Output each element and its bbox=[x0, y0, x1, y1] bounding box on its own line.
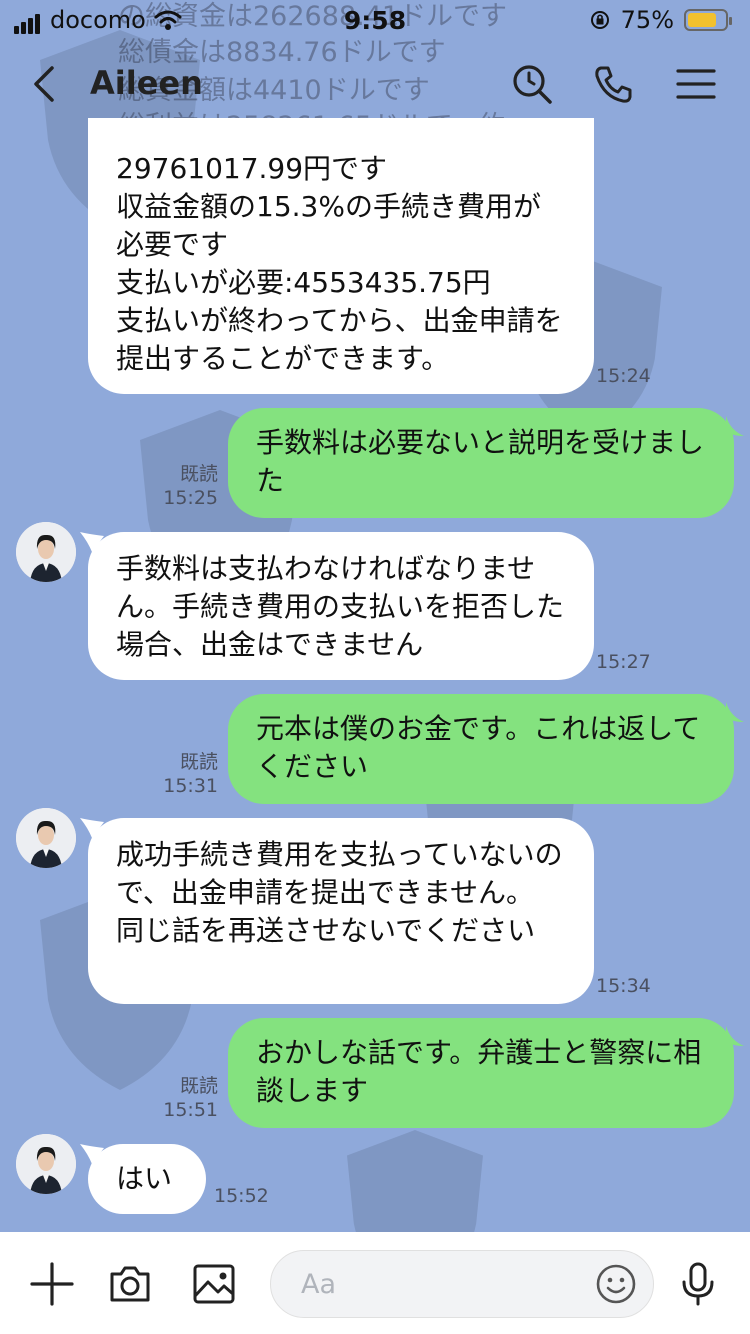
message-time: 15:51 bbox=[163, 1099, 218, 1121]
read-receipt: 既読 bbox=[179, 463, 218, 485]
read-receipt: 既読 bbox=[179, 751, 218, 773]
message-input-placeholder: Aa bbox=[301, 1269, 337, 1300]
profile-photo bbox=[16, 1134, 76, 1194]
avatar[interactable] bbox=[16, 522, 76, 582]
chat-title: Aileen bbox=[90, 64, 203, 102]
incoming-message-bubble[interactable]: 29761017.99円です 収益金額の15.3%の手続き費用が必要です 支払い… bbox=[88, 118, 594, 394]
status-right: 75% bbox=[589, 6, 732, 34]
outgoing-message-bubble[interactable]: おかしな話です。弁護士と警察に相談します bbox=[228, 1018, 734, 1128]
microphone-icon[interactable] bbox=[674, 1260, 722, 1308]
emoji-icon[interactable] bbox=[595, 1263, 637, 1305]
image-icon[interactable] bbox=[190, 1260, 238, 1308]
message-time: 15:25 bbox=[163, 487, 218, 509]
orientation-lock-icon bbox=[590, 11, 609, 29]
message-input-bar: Aa bbox=[0, 1232, 750, 1334]
bubble-tail bbox=[726, 1026, 744, 1046]
avatar[interactable] bbox=[16, 1134, 76, 1194]
message-input[interactable]: Aa bbox=[270, 1250, 654, 1318]
search-icon[interactable] bbox=[510, 62, 554, 106]
profile-photo bbox=[16, 522, 76, 582]
back-icon[interactable] bbox=[26, 62, 66, 106]
bubble-tail bbox=[726, 416, 744, 436]
status-bar: docomo 9:58 75% bbox=[0, 0, 750, 40]
incoming-message-bubble[interactable]: 成功手続き費用を支払っていないので、出金申請を提出できません。 同じ話を再送させ… bbox=[88, 818, 594, 1004]
chat-header: Aileen bbox=[0, 40, 750, 130]
outgoing-message-bubble[interactable]: 元本は僕のお金です。これは返してください bbox=[228, 694, 734, 804]
incoming-message-bubble[interactable]: はい bbox=[88, 1144, 206, 1214]
bubble-tail bbox=[726, 702, 744, 722]
battery-percent: 75% bbox=[620, 6, 674, 34]
menu-icon[interactable] bbox=[674, 62, 718, 106]
outgoing-message-bubble[interactable]: 手数料は必要ないと説明を受けました bbox=[228, 408, 734, 518]
profile-photo bbox=[16, 808, 76, 868]
read-receipt: 既読 bbox=[179, 1075, 218, 1097]
message-time: 15:52 bbox=[214, 1185, 269, 1207]
message-time: 15:34 bbox=[596, 975, 651, 997]
plus-icon[interactable] bbox=[28, 1260, 76, 1308]
message-time: 15:31 bbox=[163, 775, 218, 797]
camera-icon[interactable] bbox=[106, 1260, 154, 1308]
avatar[interactable] bbox=[16, 808, 76, 868]
phone-icon[interactable] bbox=[592, 62, 636, 106]
incoming-message-bubble[interactable]: 手数料は支払わなければなりません。手続き費用の支払いを拒否した場合、出金はできま… bbox=[88, 532, 594, 680]
battery-icon bbox=[684, 9, 732, 31]
message-time: 15:24 bbox=[596, 365, 651, 387]
message-time: 15:27 bbox=[596, 651, 651, 673]
